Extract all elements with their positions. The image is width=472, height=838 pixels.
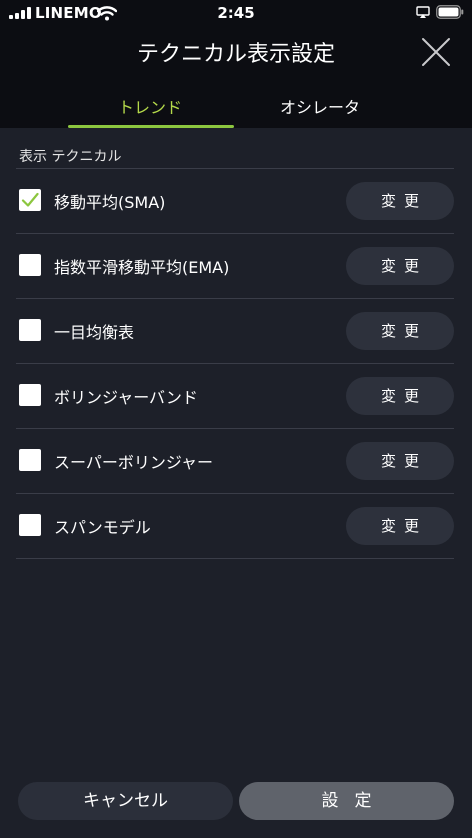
ema-change-button[interactable]: 変更 [346, 247, 454, 285]
sma-checkbox[interactable] [19, 189, 41, 211]
ema-checkbox[interactable] [19, 254, 41, 276]
list-item-span-model: スパンモデル 変更 [0, 493, 472, 558]
bollinger-checkbox[interactable] [19, 384, 41, 406]
list-item-label: 移動平均(SMA) [54, 193, 166, 212]
list-header: 表示 テクニカル [19, 149, 122, 165]
cancel-button[interactable]: キャンセル [18, 782, 233, 820]
list-item-super-bollinger: スーパーボリンジャー 変更 [0, 428, 472, 493]
list-item-label: ボリンジャーバンド [54, 388, 198, 407]
tab-oscillator[interactable]: オシレータ [236, 94, 404, 128]
list-item-label: スパンモデル [54, 518, 151, 537]
list-item-label: 指数平滑移動平均(EMA) [54, 258, 230, 277]
list-item-ema: 指数平滑移動平均(EMA) 変更 [0, 233, 472, 298]
bollinger-change-button[interactable]: 変更 [346, 377, 454, 415]
checkmark-icon [21, 192, 39, 207]
close-icon[interactable] [420, 36, 452, 68]
page-title: テクニカル表示設定 [136, 42, 335, 67]
super-bollinger-change-button[interactable]: 変更 [346, 442, 454, 480]
span-model-checkbox[interactable] [19, 514, 41, 536]
status-bar: LINEMO 2:45 [0, 0, 472, 28]
set-button[interactable]: 設定 [239, 782, 454, 820]
list-item-label: 一目均衡表 [54, 323, 135, 342]
list-item-ichimoku: 一目均衡表 変更 [0, 298, 472, 363]
list-item-label: スーパーボリンジャー [54, 453, 214, 472]
span-model-change-button[interactable]: 変更 [346, 507, 454, 545]
divider [16, 558, 454, 559]
clock: 2:45 [217, 4, 255, 22]
ichimoku-checkbox[interactable] [19, 319, 41, 341]
screen-mirroring-icon [416, 6, 430, 18]
battery-icon [436, 5, 464, 19]
sma-change-button[interactable]: 変更 [346, 182, 454, 220]
top-bar: LINEMO 2:45 テクニカル表示設定 トレンド オシレータ [0, 0, 472, 128]
ichimoku-change-button[interactable]: 変更 [346, 312, 454, 350]
list-item-bollinger: ボリンジャーバンド 変更 [0, 363, 472, 428]
list-item-sma: 移動平均(SMA) 変更 [0, 168, 472, 233]
super-bollinger-checkbox[interactable] [19, 449, 41, 471]
active-tab-indicator [68, 125, 234, 128]
tab-trend[interactable]: トレンド [66, 94, 234, 128]
